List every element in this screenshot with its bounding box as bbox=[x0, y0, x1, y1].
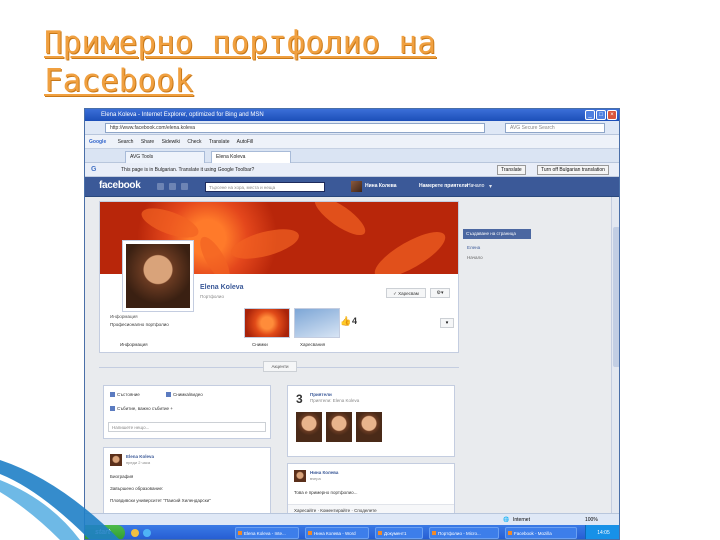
scroll-thumb[interactable] bbox=[613, 227, 619, 367]
post-time: преди 2 часа bbox=[126, 460, 151, 465]
likes-count: 4 bbox=[352, 316, 358, 326]
toolbar-check[interactable]: Check bbox=[187, 139, 201, 145]
google-icon: G bbox=[91, 166, 97, 173]
post-author[interactable]: Elena Koleva bbox=[126, 454, 154, 459]
profile-subtitle: Портфолио bbox=[200, 294, 224, 299]
facebook-logo[interactable]: facebook bbox=[99, 180, 141, 191]
create-page-button[interactable]: Създаване на страница bbox=[463, 229, 531, 239]
tab-photos[interactable]: Снимки bbox=[252, 342, 268, 347]
find-friends-link[interactable]: Намерете приятели bbox=[419, 183, 468, 189]
taskbar-item[interactable]: Портфолио - Micro... bbox=[429, 527, 499, 539]
status-option[interactable]: Състояние bbox=[110, 392, 140, 398]
avatar[interactable] bbox=[110, 454, 122, 466]
toolbar-sidewiki[interactable]: Sidewiki bbox=[162, 139, 180, 145]
translate-button[interactable]: Translate bbox=[497, 165, 526, 175]
friends-subtitle: Приятели: Elena Koleva bbox=[310, 398, 360, 403]
taskbar-item[interactable]: Документ1 bbox=[375, 527, 423, 539]
flag-icon bbox=[110, 406, 115, 412]
composer-card: Състояние Снимка/видео Събитие, важно съ… bbox=[103, 385, 271, 439]
google-logo: Google bbox=[89, 139, 107, 145]
event-option[interactable]: Събитие, важно събитие + bbox=[110, 406, 173, 412]
post-card: Elena Koleva преди 2 часа Биография Завъ… bbox=[103, 447, 271, 515]
facebook-topbar: facebook Търсене на хора, места и неща Н… bbox=[85, 177, 619, 197]
tab-info[interactable]: Информация bbox=[120, 342, 148, 347]
avatar[interactable] bbox=[351, 181, 362, 192]
right-sidebar: Създаване на страница Елена Начало bbox=[463, 229, 533, 289]
browser-screenshot: Elena Koleva - Internet Explorer, optimi… bbox=[84, 108, 620, 540]
close-icon[interactable]: × bbox=[607, 110, 617, 120]
tab-likes[interactable]: Харесвания bbox=[300, 342, 325, 347]
home-link[interactable]: Начало bbox=[467, 183, 484, 189]
friend-photo[interactable] bbox=[326, 412, 352, 442]
tab-avg-tools[interactable]: AVG Tools bbox=[125, 151, 205, 163]
friends-count: 3 bbox=[296, 392, 303, 406]
translate-message: This page is in Bulgarian. Translate it … bbox=[121, 167, 255, 173]
info-category: Професионално портфолио bbox=[110, 322, 169, 327]
facebook-search-input[interactable]: Търсене на хора, места и неща bbox=[205, 182, 325, 192]
toolbar-autofill[interactable]: AutoFill bbox=[237, 139, 254, 145]
quick-launch-icon[interactable] bbox=[131, 529, 139, 537]
avatar[interactable] bbox=[294, 470, 306, 482]
likes-thumbnail[interactable] bbox=[294, 308, 340, 338]
user-name-link[interactable]: Нина Колева bbox=[365, 183, 397, 189]
quick-launch-icon[interactable] bbox=[143, 529, 151, 537]
thumbs-up-icon: 👍 bbox=[340, 316, 352, 326]
maximize-icon[interactable]: □ bbox=[596, 110, 606, 120]
tabs-row: AVG Tools Elena Koleva bbox=[85, 149, 619, 163]
friend-photo[interactable] bbox=[356, 412, 382, 442]
profile-picture[interactable] bbox=[122, 240, 194, 312]
friend-photo[interactable] bbox=[296, 412, 322, 442]
post-line: Биография bbox=[110, 474, 134, 479]
minimize-icon[interactable]: _ bbox=[585, 110, 595, 120]
messages-icon[interactable] bbox=[169, 183, 176, 190]
taskbar: start Elena Koleva - Inte... Нина Колева… bbox=[85, 525, 619, 539]
friends-title[interactable]: Приятели bbox=[310, 392, 332, 397]
taskbar-clock[interactable]: 14:05 bbox=[585, 525, 619, 539]
post-card: Нина Колева вчера Това е примерно портфо… bbox=[287, 463, 455, 516]
sidebar-item-elena[interactable]: Елена bbox=[467, 245, 480, 250]
taskbar-item[interactable]: Elena Koleva - Inte... bbox=[235, 527, 299, 539]
notifications-icon[interactable] bbox=[181, 183, 188, 190]
tab-elena-koleva[interactable]: Elena Koleva bbox=[211, 151, 291, 163]
composer-input[interactable]: Напишете нещо... bbox=[108, 422, 266, 432]
post-text: Това е примерно портфолио... bbox=[294, 490, 358, 495]
like-button[interactable]: ✓ Харесвам bbox=[386, 288, 426, 298]
taskbar-item[interactable]: Facebook - Mozilla bbox=[505, 527, 577, 539]
friend-requests-icon[interactable] bbox=[157, 183, 164, 190]
highlights-button[interactable]: Акценти bbox=[263, 361, 297, 372]
settings-icon[interactable]: ▾ bbox=[489, 183, 492, 190]
search-box[interactable]: AVG Secure Search bbox=[505, 123, 605, 133]
sidebar-item-home[interactable]: Начало bbox=[467, 255, 483, 260]
toolbar-search[interactable]: Search bbox=[118, 139, 134, 145]
status-icon bbox=[110, 392, 115, 398]
post-line: Пловдивски университет "Паисий Хилендарс… bbox=[110, 498, 211, 503]
translate-bar: G This page is in Bulgarian. Translate i… bbox=[85, 163, 619, 177]
photo-option[interactable]: Снимка/видео bbox=[166, 392, 203, 398]
page-settings-button[interactable]: ⚙▾ bbox=[430, 288, 450, 298]
taskbar-item[interactable]: Нина Колева - Word bbox=[305, 527, 369, 539]
toolbar-share[interactable]: Share bbox=[141, 139, 154, 145]
info-heading: Информация bbox=[110, 314, 138, 319]
slide-title: Примерно портфолио на Facebook bbox=[44, 25, 436, 99]
window-controls: _ □ × bbox=[585, 110, 617, 120]
timeline-header: Elena Koleva Портфолио ✓ Харесвам ⚙▾ Инф… bbox=[99, 201, 459, 353]
post-time: вчера bbox=[310, 476, 321, 481]
vertical-scrollbar[interactable] bbox=[611, 197, 619, 513]
friends-card: 3 Приятели Приятели: Elena Koleva bbox=[287, 385, 455, 457]
address-row: http://www.facebook.com/elena.koleva AVG… bbox=[85, 121, 619, 135]
google-toolbar: Google Search Share Sidewiki Check Trans… bbox=[85, 135, 619, 149]
address-bar[interactable]: http://www.facebook.com/elena.koleva bbox=[105, 123, 485, 133]
toolbar-translate[interactable]: Translate bbox=[209, 139, 230, 145]
turn-off-translation-button[interactable]: Turn off Bulgarian translation bbox=[537, 165, 609, 175]
photos-thumbnail[interactable] bbox=[244, 308, 290, 338]
start-button[interactable]: start bbox=[85, 525, 125, 539]
profile-name[interactable]: Elena Koleva bbox=[200, 284, 244, 291]
post-line: Завършено образование: bbox=[110, 486, 164, 491]
post-author[interactable]: Нина Колева bbox=[310, 470, 338, 475]
camera-icon bbox=[166, 392, 171, 398]
window-title: Elena Koleva - Internet Explorer, optimi… bbox=[85, 109, 619, 121]
facebook-content: Elena Koleva Портфолио ✓ Харесвам ⚙▾ Инф… bbox=[85, 197, 619, 516]
chevron-down-icon[interactable]: ▾ bbox=[440, 318, 454, 328]
status-bar: 🌐 Internet 100% bbox=[85, 513, 619, 525]
